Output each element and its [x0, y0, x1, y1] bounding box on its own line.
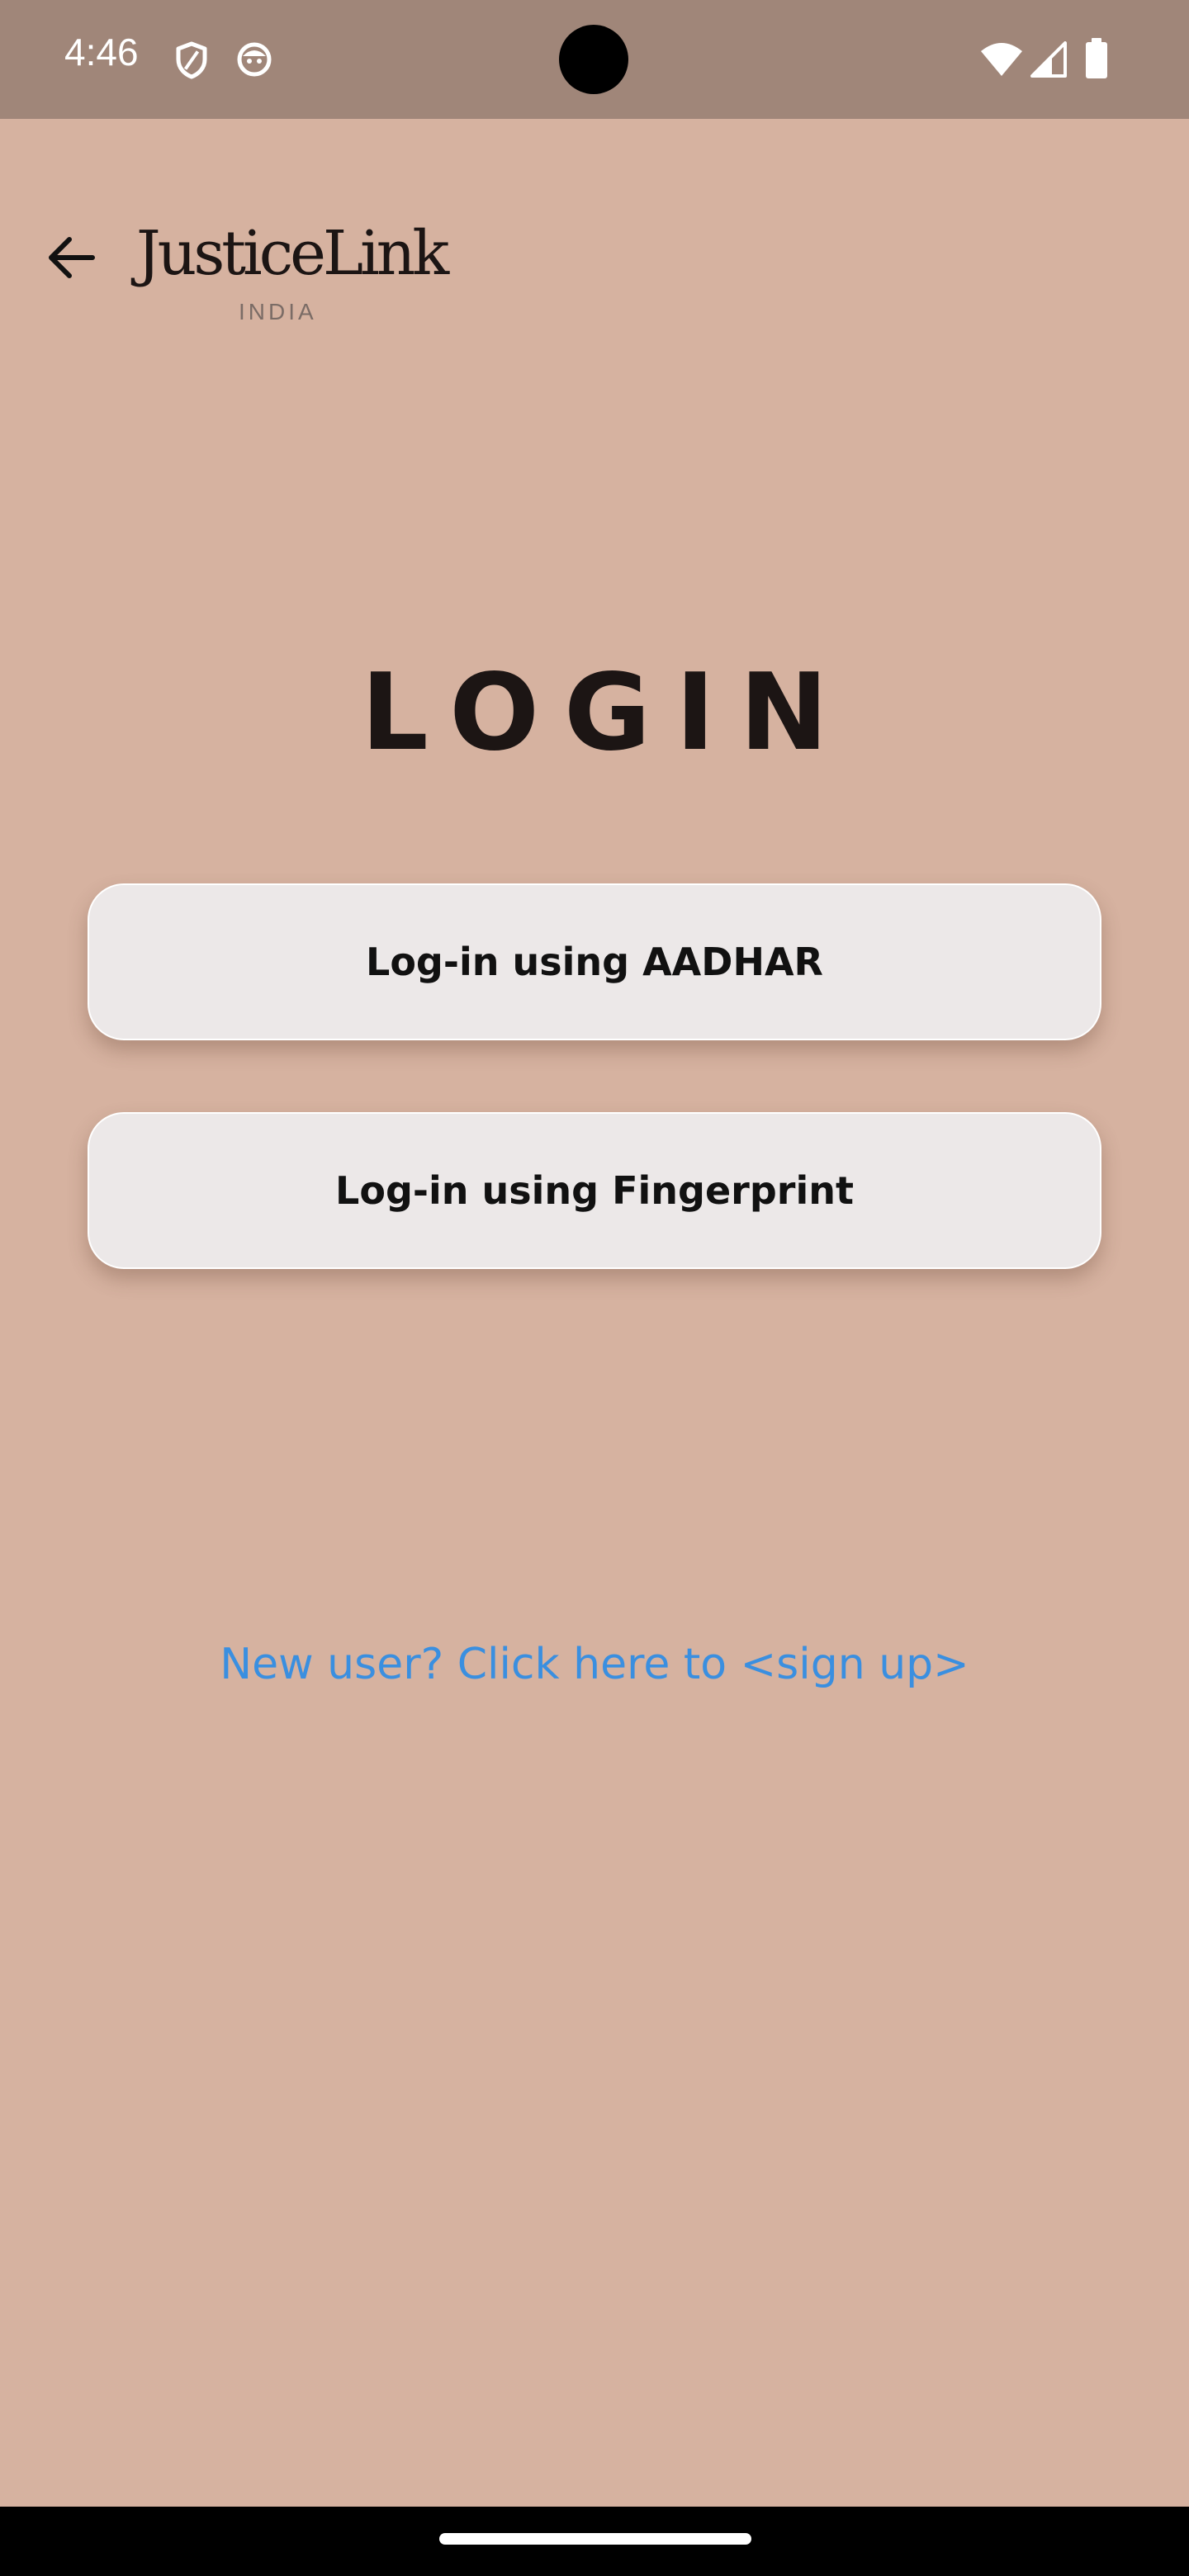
signal-icon: [1030, 41, 1067, 78]
status-time: 4:46: [64, 31, 139, 73]
battery-icon: [1086, 38, 1107, 78]
status-bar: 4:46: [0, 0, 1189, 119]
logo-subtitle: INDIA: [239, 299, 317, 324]
login-fingerprint-button[interactable]: Log-in using Fingerprint: [88, 1112, 1101, 1269]
shield-icon: [176, 41, 207, 79]
face-icon: [237, 42, 272, 77]
back-button[interactable]: [38, 225, 104, 291]
logo-name: JusticeLink: [136, 218, 449, 289]
signup-link[interactable]: New user? Click here to <sign up>: [0, 1641, 1189, 1688]
login-aadhar-button[interactable]: Log-in using AADHAR: [88, 883, 1101, 1040]
wifi-icon: [981, 43, 1022, 76]
arrow-left-icon: [49, 237, 95, 278]
camera-cutout: [559, 25, 628, 94]
navigation-bar: [0, 2507, 1189, 2576]
app-logo: JusticeLink INDIA: [136, 223, 449, 339]
home-indicator[interactable]: [439, 2533, 751, 2545]
page-title: LOGIN: [361, 651, 853, 774]
